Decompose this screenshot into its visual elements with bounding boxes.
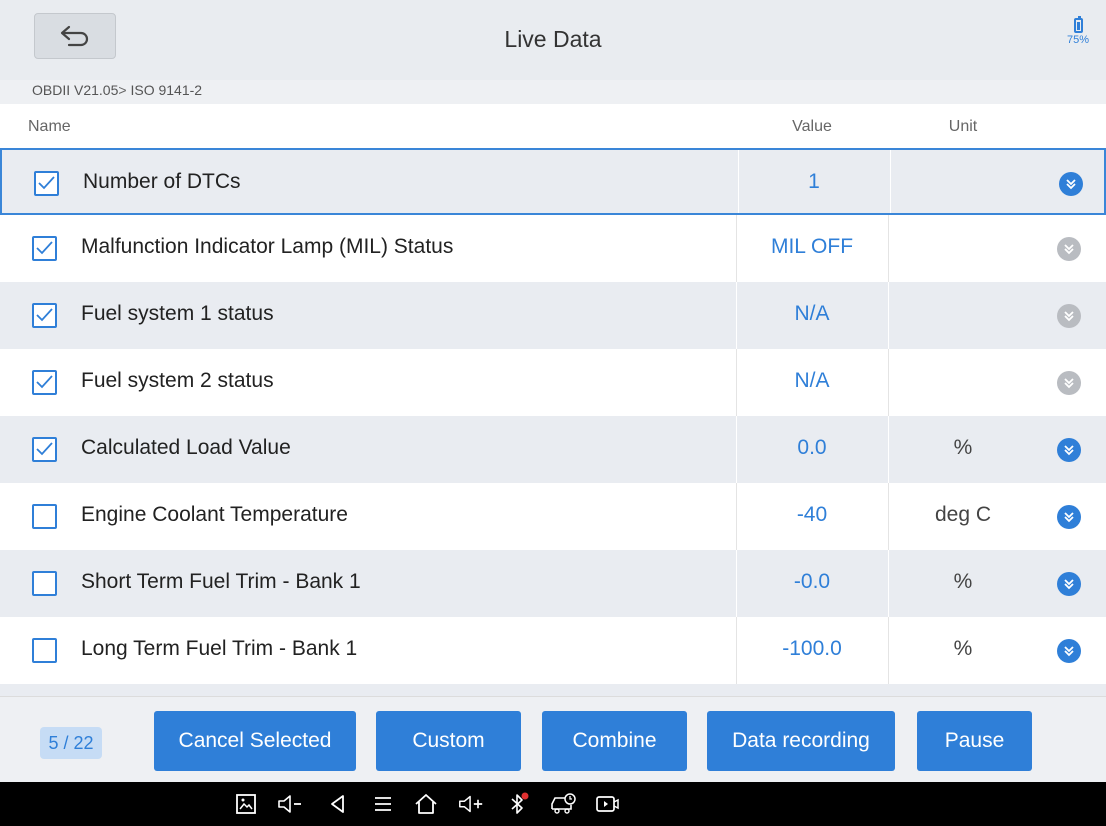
bluetooth-icon[interactable]: [504, 790, 532, 818]
data-recording-button[interactable]: Data recording: [707, 711, 895, 771]
breadcrumb: OBDII V21.05> ISO 9141-2: [0, 80, 1106, 104]
system-nav-bar: [0, 782, 1106, 826]
battery-level-fill: [1076, 21, 1080, 30]
checkmark-icon: [36, 241, 53, 255]
pause-button[interactable]: Pause: [917, 711, 1032, 771]
row-unit: %: [953, 436, 973, 459]
expand-chevron-icon[interactable]: [1059, 172, 1083, 196]
row-value: N/A: [794, 369, 830, 392]
checkmark-icon: [36, 442, 53, 456]
column-header-value: Value: [792, 118, 832, 135]
breadcrumb-separator: >: [118, 82, 127, 98]
table-row-partial[interactable]: [0, 684, 1106, 696]
selection-counter: 5 / 22: [40, 727, 102, 759]
column-divider: [888, 215, 889, 282]
expand-chevron-icon[interactable]: [1057, 572, 1081, 596]
checkmark-icon: [36, 308, 53, 322]
breadcrumb-protocol: ISO 9141-2: [130, 82, 203, 98]
expand-chevron-icon[interactable]: [1057, 505, 1081, 529]
battery-indicator: 75%: [1058, 16, 1098, 46]
menu-icon[interactable]: [369, 790, 397, 818]
title-bar: Live Data 75%: [0, 0, 1106, 80]
table-row[interactable]: Engine Coolant Temperature -40 deg C: [0, 483, 1106, 550]
checkmark-icon: [38, 176, 55, 190]
expand-chevron-icon[interactable]: [1057, 438, 1081, 462]
row-checkbox[interactable]: [32, 504, 57, 529]
table-row[interactable]: Short Term Fuel Trim - Bank 1 -0.0 %: [0, 550, 1106, 617]
home-icon[interactable]: [412, 790, 440, 818]
row-checkbox[interactable]: [32, 303, 57, 328]
row-unit: %: [953, 637, 973, 660]
row-checkbox[interactable]: [32, 437, 57, 462]
row-value: N/A: [794, 302, 830, 325]
row-value: -100.0: [782, 637, 842, 660]
row-name: Calculated Load Value: [81, 436, 291, 459]
row-checkbox[interactable]: [32, 236, 57, 261]
page-title: Live Data: [504, 26, 602, 52]
row-unit: deg C: [934, 503, 992, 526]
screenshot-icon[interactable]: [232, 790, 260, 818]
row-unit: %: [953, 570, 973, 593]
column-header-name: Name: [28, 118, 71, 135]
column-divider: [888, 349, 889, 416]
row-name: Short Term Fuel Trim - Bank 1: [81, 570, 361, 593]
row-value: 1: [808, 170, 820, 193]
expand-chevron-icon[interactable]: [1057, 371, 1081, 395]
expand-chevron-icon[interactable]: [1057, 639, 1081, 663]
table-row[interactable]: Fuel system 1 status N/A: [0, 282, 1106, 349]
table-row[interactable]: Long Term Fuel Trim - Bank 1 -100.0 %: [0, 617, 1106, 684]
volume-up-icon[interactable]: [457, 790, 485, 818]
row-checkbox[interactable]: [32, 370, 57, 395]
row-value: MIL OFF: [770, 235, 854, 258]
battery-percent: 75%: [1066, 34, 1090, 46]
table-row[interactable]: Number of DTCs 1: [0, 148, 1106, 215]
row-name: Engine Coolant Temperature: [81, 503, 348, 526]
breadcrumb-software: OBDII V21.05: [32, 82, 119, 98]
action-bar: 5 / 22 Cancel Selected Custom Combine Da…: [0, 696, 1106, 782]
expand-chevron-icon[interactable]: [1057, 304, 1081, 328]
combine-button[interactable]: Combine: [542, 711, 687, 771]
row-name: Long Term Fuel Trim - Bank 1: [81, 637, 358, 660]
volume-down-icon[interactable]: [276, 790, 304, 818]
row-name: Number of DTCs: [83, 170, 241, 193]
table-row[interactable]: Calculated Load Value 0.0 %: [0, 416, 1106, 483]
checkmark-icon: [36, 375, 53, 389]
row-name: Fuel system 2 status: [81, 369, 274, 392]
screen-record-icon[interactable]: [593, 790, 621, 818]
table-row[interactable]: Fuel system 2 status N/A: [0, 349, 1106, 416]
vci-car-icon[interactable]: [549, 790, 577, 818]
row-value: -0.0: [793, 570, 831, 593]
custom-button[interactable]: Custom: [376, 711, 521, 771]
row-name: Malfunction Indicator Lamp (MIL) Status: [81, 235, 454, 258]
live-data-list[interactable]: Number of DTCs 1 Malfunction Indicator L…: [0, 148, 1106, 696]
battery-icon: [1073, 16, 1083, 33]
row-checkbox[interactable]: [34, 171, 59, 196]
column-divider: [890, 150, 891, 213]
row-value: -40: [796, 503, 828, 526]
expand-chevron-icon[interactable]: [1057, 237, 1081, 261]
row-value: 0.0: [797, 436, 827, 459]
column-divider: [888, 282, 889, 349]
row-checkbox[interactable]: [32, 571, 57, 596]
column-header-unit: Unit: [948, 118, 978, 135]
table-row[interactable]: Malfunction Indicator Lamp (MIL) Status …: [0, 215, 1106, 282]
cancel-selected-button[interactable]: Cancel Selected: [154, 711, 356, 771]
row-name: Fuel system 1 status: [81, 302, 274, 325]
table-header: Name Value Unit: [0, 104, 1106, 150]
row-checkbox[interactable]: [32, 638, 57, 663]
back-icon[interactable]: [324, 790, 352, 818]
